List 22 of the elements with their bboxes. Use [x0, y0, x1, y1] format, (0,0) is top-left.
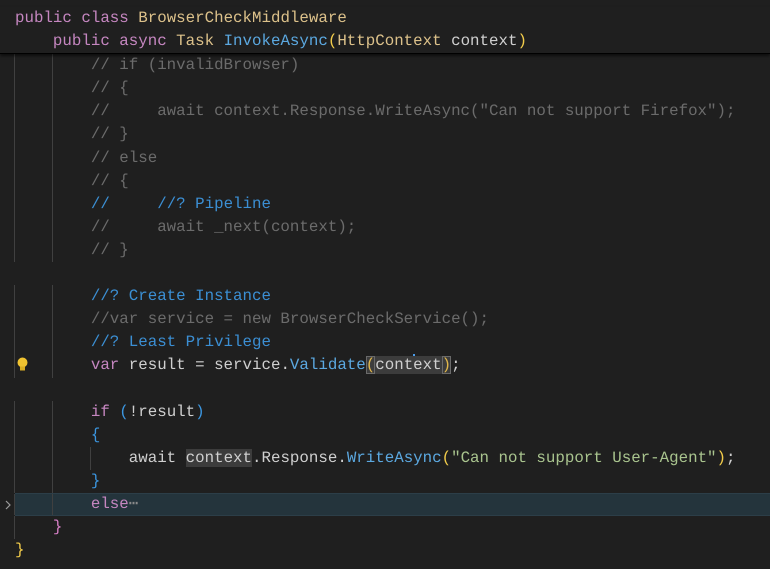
lightbulb-icon[interactable] [17, 357, 28, 372]
code-line: } [15, 516, 770, 540]
code-line: // if (invalidBrowser) [15, 54, 770, 78]
code-line: // else [15, 146, 770, 170]
code-line: //? Least Privilege [15, 331, 770, 354]
code-line: // { [15, 170, 770, 193]
code-line: if (!result) [15, 400, 770, 424]
chevron-icon[interactable] [4, 500, 10, 510]
code-line: await context.Response.WriteAsync("Can not support User-Agent"); [15, 446, 770, 470]
code-line: // await context.Response.WriteAsync("Can not support Firefox"); [15, 100, 770, 124]
code-line: var result = service.Validate(context); [15, 354, 770, 378]
code-line: // } [15, 238, 770, 262]
code-line: // await _next(context); [15, 216, 770, 239]
code-line: { [15, 424, 770, 447]
code-line: } [15, 540, 26, 562]
code-line: // //? Pipeline [15, 192, 770, 216]
code-line: //var service = new BrowserCheckService(); [15, 308, 770, 332]
code-line: // { [15, 77, 770, 100]
code-line: public class BrowserCheckMiddleware [15, 8, 348, 29]
code-line: // } [15, 123, 770, 147]
code-line: public async Task InvokeAsync(HttpContext context) [52, 31, 528, 52]
code-line: //? Create Instance [15, 285, 770, 308]
